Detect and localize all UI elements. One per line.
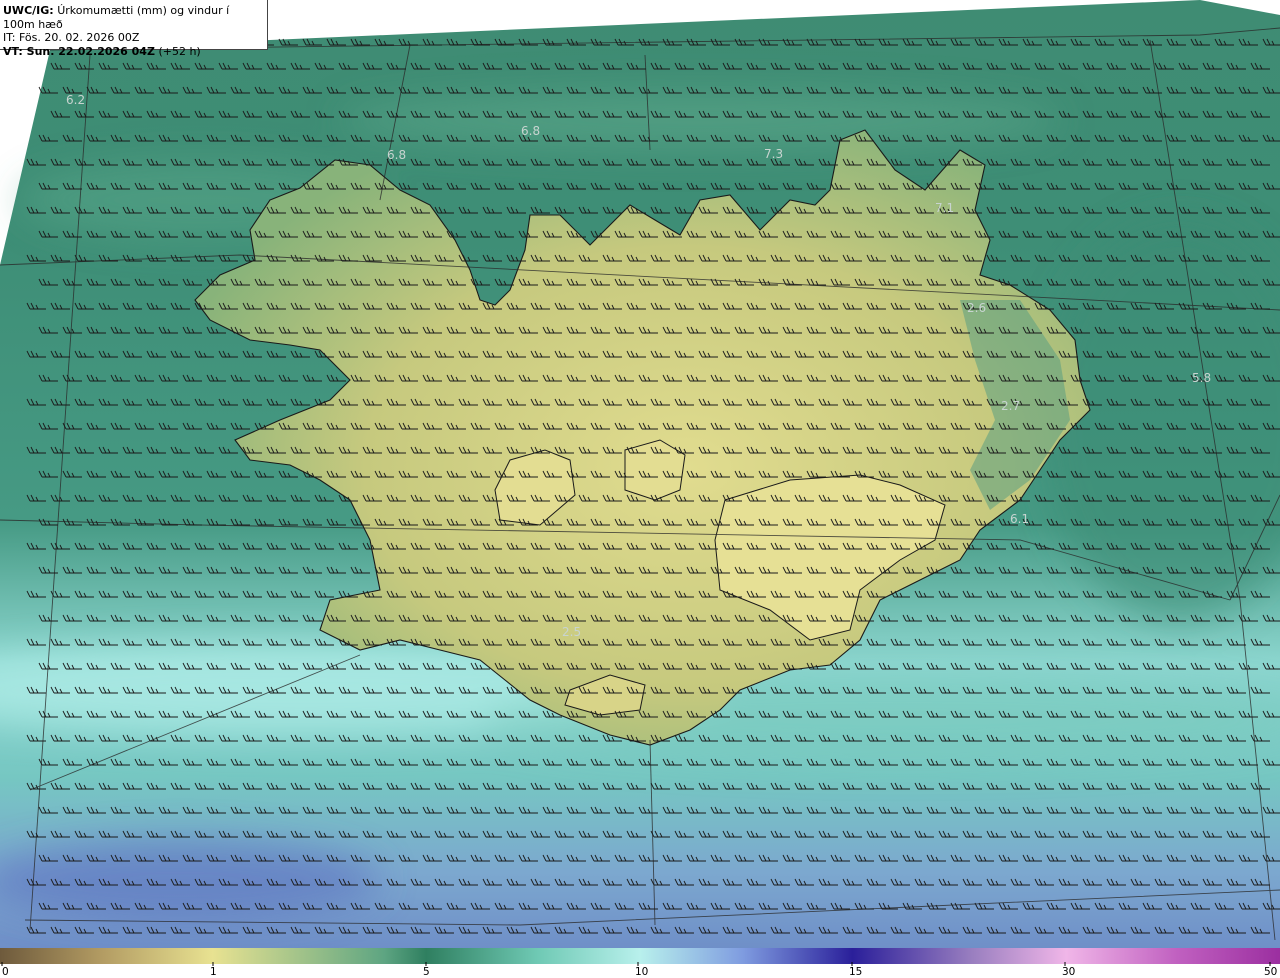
colorbar: 0 1 5 10 15 30 50 [0,948,1280,978]
value-label: 2.6 [967,301,986,315]
colorbar-tick-label: 30 [1062,966,1075,978]
valid-time: VT: Sun. 22.02.2026 04Z [3,44,155,58]
value-label: 5.8 [1192,371,1211,385]
colorbar-tick-label: 15 [849,966,862,978]
value-label: 6.8 [387,148,406,162]
value-label: 7.3 [764,147,783,161]
value-label: 2.5 [562,625,581,639]
value-label: 6.2 [66,93,85,107]
colorbar-ramp [0,948,1280,964]
colorbar-tick-label: 50 [1264,966,1277,978]
value-label: 7.1 [935,201,954,215]
value-label: 2.7 [1001,399,1020,413]
forecast-lead: (+52 h) [158,44,201,58]
title-box: UWC/IG: Úrkomumætti (mm) og vindur í 100… [0,0,268,58]
colorbar-tick-label: 0 [2,966,9,978]
colorbar-tick-label: 10 [635,966,648,978]
product-code: UWC/IG: [3,4,54,17]
value-label: 6.8 [521,124,540,138]
issue-time: IT: Fös. 20. 02. 2026 00Z [3,31,140,44]
colorbar-tick-label: 5 [423,966,430,978]
value-label: 6.1 [1010,512,1029,526]
colorbar-tick-label: 1 [210,966,217,978]
forecast-map: 6.2 6.8 6.8 7.3 7.1 2.6 5.8 2.7 6.1 2.5 [0,0,1280,948]
